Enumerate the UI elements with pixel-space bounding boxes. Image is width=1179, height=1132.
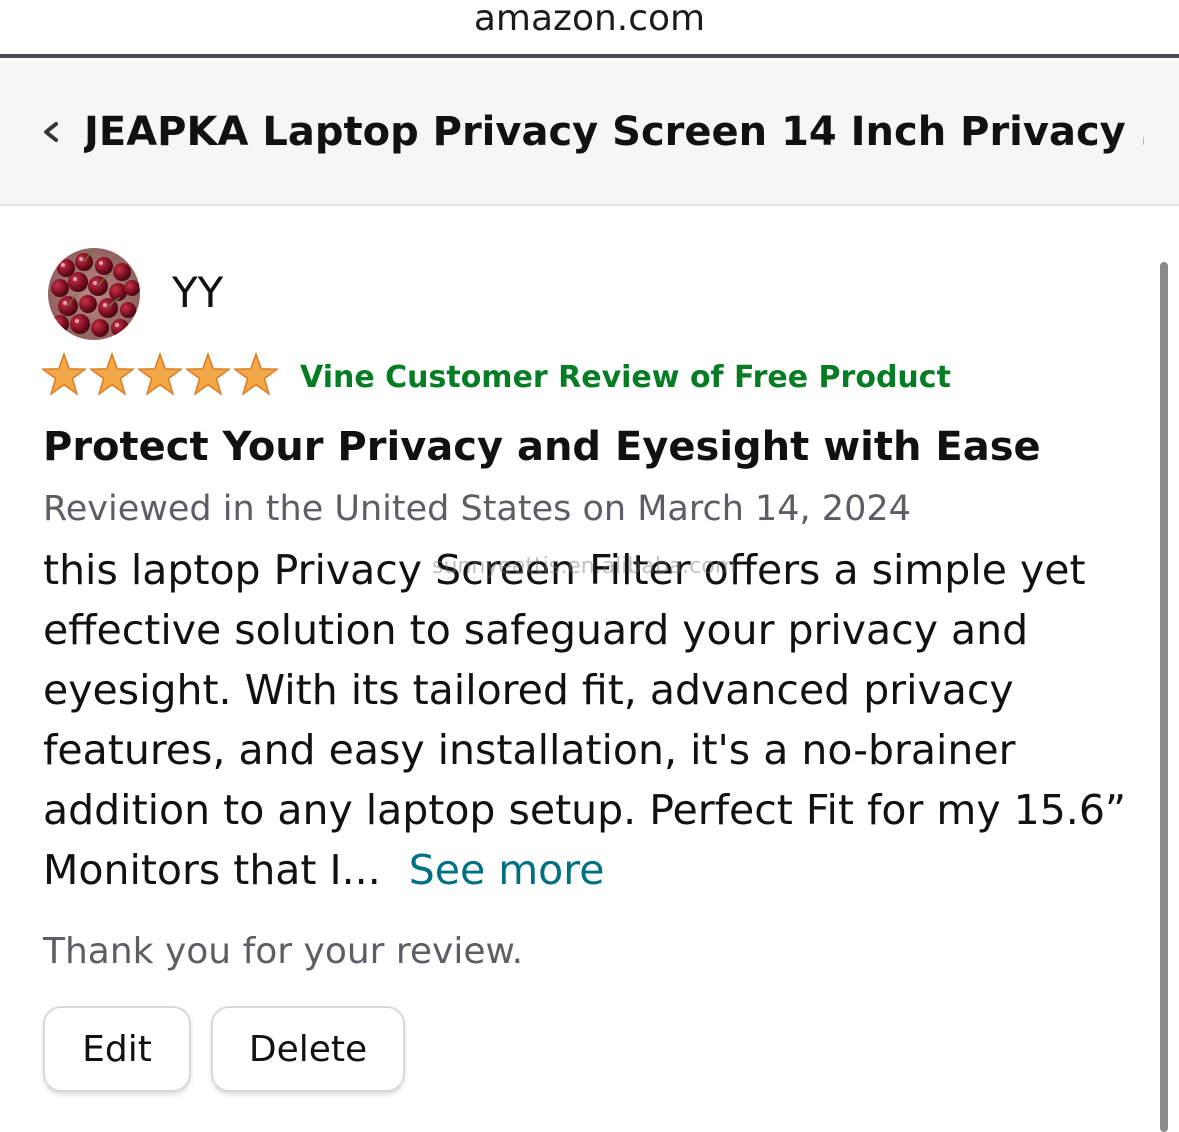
star-icon xyxy=(232,352,280,396)
review-body-line: effective solution to safeguard your pri… xyxy=(43,606,1029,654)
see-more-link[interactable]: See more xyxy=(409,846,605,894)
scrollbar[interactable] xyxy=(1160,262,1168,1132)
browser-url-bar[interactable]: amazon.com xyxy=(0,0,1179,58)
star-icon xyxy=(136,352,184,396)
star-icon xyxy=(184,352,232,396)
product-title[interactable]: JEAPKA Laptop Privacy Screen 14 Inch Pri… xyxy=(84,106,1144,158)
star-icon xyxy=(88,352,136,396)
avatar xyxy=(48,248,140,340)
reviewer-name: YY xyxy=(172,268,224,317)
star-rating xyxy=(40,352,280,396)
thank-you-message: Thank you for your review. xyxy=(43,931,524,972)
edit-button[interactable]: Edit xyxy=(43,1006,191,1092)
delete-button[interactable]: Delete xyxy=(211,1006,405,1092)
star-icon xyxy=(40,352,88,396)
vine-badge: Vine Customer Review of Free Product xyxy=(300,360,951,395)
cherries-avatar-image xyxy=(48,248,140,340)
review-body-line: eyesight. With its tailored fit, advance… xyxy=(43,666,1014,714)
review-title: Protect Your Privacy and Eyesight with E… xyxy=(43,424,1041,470)
review-body-line: addition to any laptop setup. Perfect Fi… xyxy=(43,786,1127,834)
chevron-left-icon[interactable] xyxy=(38,114,66,150)
review-body-line: features, and easy installation, it's a … xyxy=(43,726,1016,774)
review-body-line: Monitors that I... xyxy=(43,846,381,894)
product-header: JEAPKA Laptop Privacy Screen 14 Inch Pri… xyxy=(0,62,1179,206)
review-body: this laptop Privacy Screen Filter offers… xyxy=(43,540,1143,900)
url-text: amazon.com xyxy=(473,0,706,39)
review-date: Reviewed in the United States on March 1… xyxy=(43,489,911,529)
review-body-last-line: Monitors that I... See more xyxy=(43,840,1143,900)
watermark: sunnyeettis.en.alibaba.com xyxy=(432,554,737,579)
